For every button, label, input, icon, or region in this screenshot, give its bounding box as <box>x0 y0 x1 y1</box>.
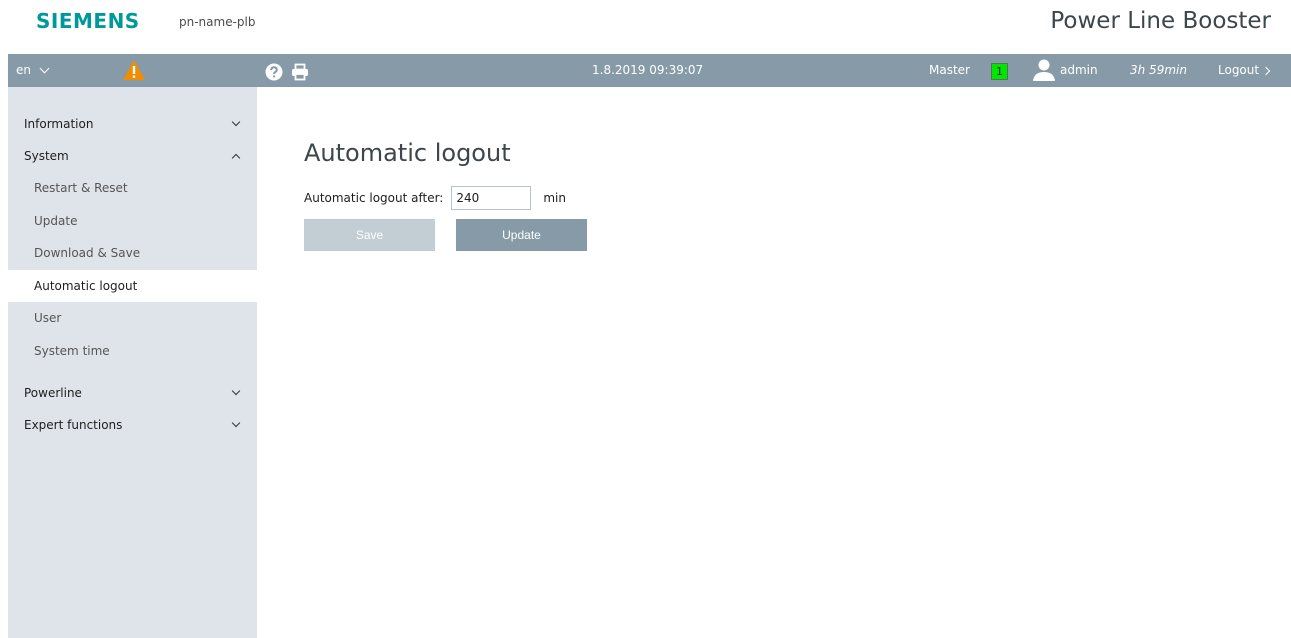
sidebar-item-expert-functions[interactable]: Expert functions <box>8 409 257 441</box>
chevron-down-icon <box>39 63 50 74</box>
chevron-right-icon <box>1261 66 1271 75</box>
sidebar-item-label: Information <box>24 117 94 131</box>
sidebar-item-label: Expert functions <box>24 418 123 432</box>
top-bar: en 1.8.2019 09:39:07 Master 1 admin 3h 5… <box>8 54 1291 87</box>
update-button[interactable]: Update <box>456 219 587 251</box>
sidebar-item-system[interactable]: System <box>8 140 257 172</box>
save-button[interactable]: Save <box>304 219 435 251</box>
mode-label: Master <box>929 63 970 77</box>
logout-timeout-input[interactable] <box>451 186 532 210</box>
sidebar-item-system-time[interactable]: System time <box>8 335 257 368</box>
logout-timeout-unit: min <box>543 191 566 205</box>
language-selector[interactable]: en <box>16 54 50 87</box>
user-icon <box>1032 57 1056 81</box>
language-label: en <box>16 63 31 77</box>
sidebar-item-update[interactable]: Update <box>8 205 257 238</box>
siemens-logo: SIEMENS <box>36 9 140 33</box>
sidebar-item-label: System <box>24 149 69 163</box>
device-name: pn-name-plb <box>179 15 256 29</box>
print-icon[interactable] <box>291 61 309 81</box>
chevron-down-icon <box>231 117 241 127</box>
product-name: Power Line Booster <box>1050 8 1271 34</box>
sidebar-item-powerline[interactable]: Powerline <box>8 377 257 409</box>
sidebar-item-download-save[interactable]: Download & Save <box>8 237 257 270</box>
header: SIEMENS pn-name-plb Power Line Booster <box>0 0 1291 54</box>
logout-label: Logout <box>1218 63 1260 77</box>
help-icon[interactable] <box>265 61 283 81</box>
sidebar-item-information[interactable]: Information <box>8 108 257 140</box>
sidebar-item-user[interactable]: User <box>8 302 257 335</box>
datetime: 1.8.2019 09:39:07 <box>592 63 704 77</box>
warning-icon[interactable] <box>122 59 146 81</box>
username: admin <box>1060 63 1098 77</box>
session-timer: 3h 59min <box>1130 63 1187 77</box>
logout-timeout-row: Automatic logout after: min <box>304 186 566 210</box>
sidebar-item-label: Powerline <box>24 386 82 400</box>
logout-link[interactable]: Logout <box>1218 54 1271 87</box>
master-status-indicator: 1 <box>991 63 1008 80</box>
sidebar-item-restart-reset[interactable]: Restart & Reset <box>8 172 257 205</box>
sidebar-item-automatic-logout[interactable]: Automatic logout <box>8 269 257 302</box>
chevron-down-icon <box>231 418 241 428</box>
chevron-down-icon <box>231 386 241 396</box>
sidebar: Information System Restart & Reset Updat… <box>8 87 257 638</box>
page-title: Automatic logout <box>304 139 511 167</box>
chevron-up-icon <box>231 153 241 163</box>
logout-timeout-label: Automatic logout after: <box>304 191 444 205</box>
